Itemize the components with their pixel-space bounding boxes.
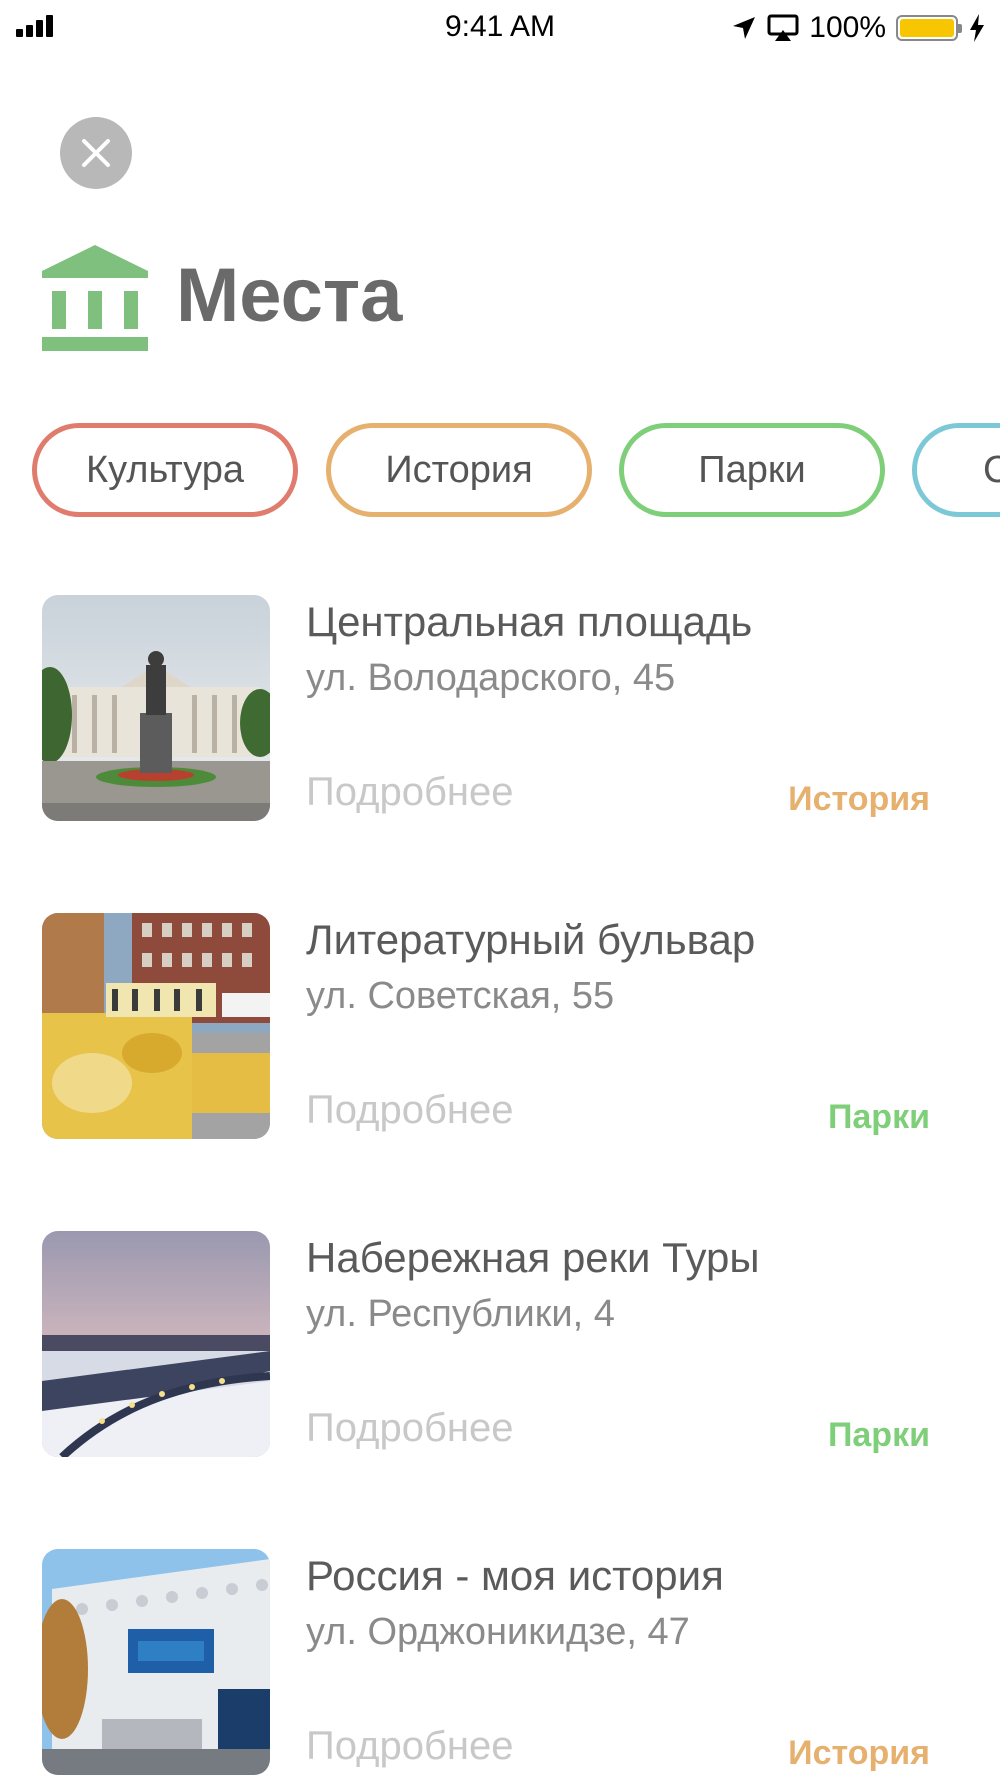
filter-chip-label: Парки xyxy=(698,448,806,491)
filter-chip-label: Культура xyxy=(86,448,244,491)
place-name: Набережная реки Туры xyxy=(306,1234,760,1281)
page-title: Места xyxy=(176,253,403,338)
filter-chip-partial[interactable]: С xyxy=(912,423,1000,517)
airplay-icon xyxy=(767,14,799,41)
place-address: ул. Советская, 55 xyxy=(306,975,615,1017)
more-link[interactable]: Подробнее xyxy=(306,1406,513,1451)
close-icon xyxy=(82,139,110,167)
place-category-tag: История xyxy=(788,1734,930,1772)
status-bar: 9:41 AM 100% xyxy=(0,0,1000,60)
place-item[interactable]: Центральная площадь ул. Володарского, 45… xyxy=(0,595,1000,821)
more-link[interactable]: Подробнее xyxy=(306,770,513,815)
category-filter-bar: Культура История Парки С xyxy=(0,423,1000,523)
place-address: ул. Орджоникидзе, 47 xyxy=(306,1611,690,1653)
place-name: Россия - моя история xyxy=(306,1552,724,1599)
battery-icon xyxy=(896,15,962,41)
more-link[interactable]: Подробнее xyxy=(306,1088,513,1133)
place-photo xyxy=(42,1231,270,1457)
status-right: 100% xyxy=(731,8,986,48)
filter-chip-label: История xyxy=(385,448,533,491)
place-photo xyxy=(42,913,270,1139)
place-photo xyxy=(42,1549,270,1775)
location-arrow-icon xyxy=(733,17,756,39)
more-link[interactable]: Подробнее xyxy=(306,1724,513,1769)
place-name: Литературный бульвар xyxy=(306,916,756,963)
place-address: ул. Володарского, 45 xyxy=(306,657,676,699)
place-category-tag: История xyxy=(788,780,930,818)
museum-building-icon xyxy=(42,245,148,351)
place-item[interactable]: Литературный бульвар ул. Советская, 55 П… xyxy=(0,913,1000,1139)
filter-chip-parks[interactable]: Парки xyxy=(619,423,885,517)
battery-percent: 100% xyxy=(809,11,886,44)
filter-chip-culture[interactable]: Культура xyxy=(32,423,298,517)
place-photo xyxy=(42,595,270,821)
charging-bolt-icon xyxy=(970,14,984,42)
filter-chip-history[interactable]: История xyxy=(326,423,592,517)
close-button[interactable] xyxy=(60,117,132,189)
battery-fill xyxy=(900,19,954,37)
place-name: Центральная площадь xyxy=(306,598,753,645)
place-address: ул. Республики, 4 xyxy=(306,1293,615,1335)
place-item[interactable]: Набережная реки Туры ул. Республики, 4 П… xyxy=(0,1231,1000,1457)
place-category-tag: Парки xyxy=(827,1098,930,1136)
place-item[interactable]: Россия - моя история ул. Орджоникидзе, 4… xyxy=(0,1549,1000,1775)
place-category-tag: Парки xyxy=(827,1416,930,1454)
filter-chip-label: С xyxy=(983,449,1000,492)
